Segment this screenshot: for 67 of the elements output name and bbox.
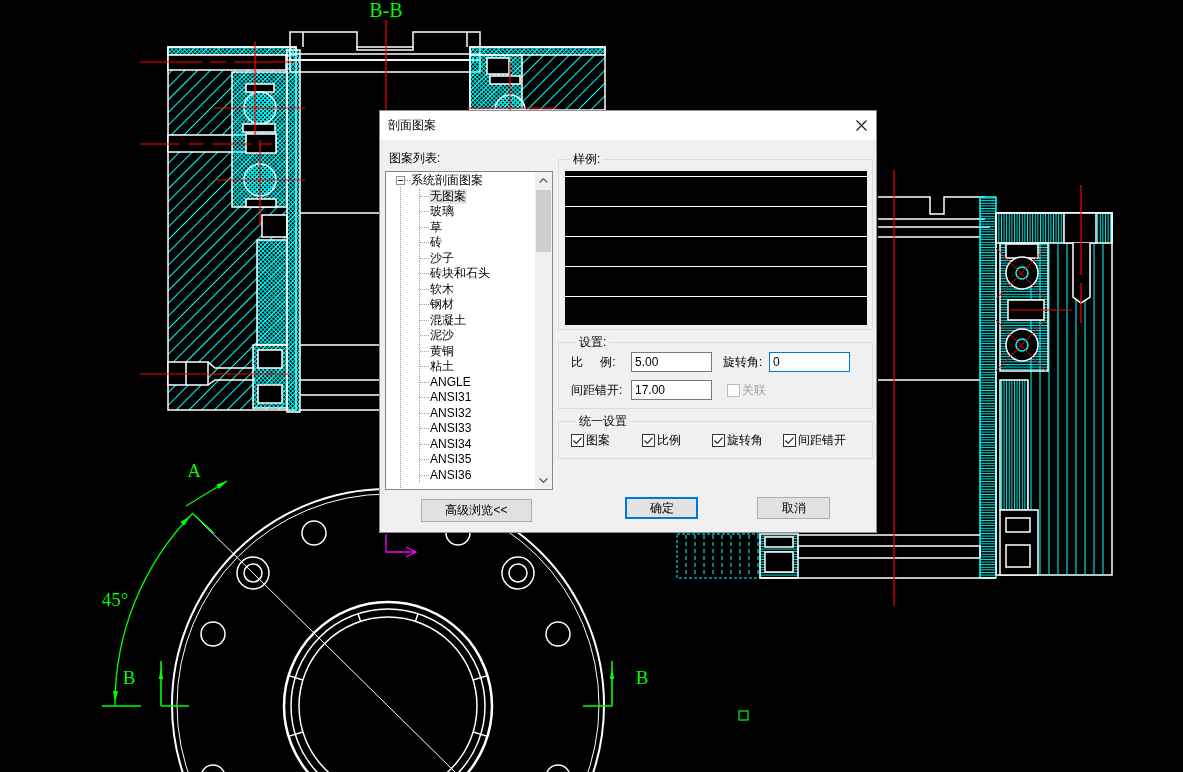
check-icon <box>573 436 582 444</box>
checkbox-label: 关联 <box>742 383 766 397</box>
checkbox-label: 间距错开 <box>798 433 846 447</box>
view-label: A <box>187 460 201 481</box>
group-label: 设置: <box>578 335 608 349</box>
tree-item[interactable]: ANSI35 <box>429 452 473 468</box>
group-label: 统一设置 <box>578 414 628 428</box>
tree-item[interactable]: 黄铜 <box>429 343 455 359</box>
tree-item[interactable]: 系统剖面图案 <box>410 173 484 189</box>
tree-item[interactable]: 玻璃 <box>429 204 455 220</box>
field-label: 间距错开: <box>571 383 623 397</box>
section-label: B <box>122 667 136 688</box>
scroll-down-icon[interactable] <box>539 478 548 483</box>
advanced-browse-button[interactable]: 高级浏览<< <box>421 499 532 522</box>
close-icon <box>855 120 867 131</box>
list-label: 图案列表: <box>389 151 441 165</box>
dialog-title: 剖面图案 <box>388 117 436 134</box>
tree-item[interactable]: 泥沙 <box>429 328 455 344</box>
center-cross <box>995 247 1047 300</box>
checkbox[interactable] <box>642 433 655 447</box>
check-icon <box>644 436 653 444</box>
offset-field[interactable]: 17.00 <box>631 380 712 400</box>
scroll-up-icon[interactable] <box>539 178 548 183</box>
centerline <box>1009 309 1073 311</box>
field-label: 比 例: <box>571 355 616 369</box>
tree-item[interactable]: 软木 <box>429 281 455 297</box>
section-arrow <box>158 660 190 707</box>
tree-item[interactable]: 粘土 <box>429 359 455 375</box>
check-icon <box>714 436 723 444</box>
ucs-axis-icon <box>385 533 418 558</box>
scrollbar[interactable] <box>535 172 552 489</box>
tree-item[interactable]: ANSI34 <box>429 436 473 452</box>
checkbox-label: 旋转角 <box>727 433 763 447</box>
checkbox-label: 比例 <box>657 433 681 447</box>
checkbox-label: 图案 <box>586 433 610 447</box>
checkbox[interactable] <box>783 433 796 447</box>
scale-field[interactable]: 5.00 <box>631 352 712 372</box>
tree-item[interactable]: ANSI36 <box>429 467 473 483</box>
section-arrow <box>185 480 228 534</box>
center-cross <box>995 319 1047 372</box>
grip-square-icon <box>738 710 749 721</box>
pattern-list[interactable]: 系统剖面图案 无图案 玻璃 草 砖 沙子 砖块和石头 软木 钢材 混凝土 泥沙 黄铜 粘土 ANGLE ANSI31 ANSI32 ANSI33 ANSI34 ANSI35 ANSI36 <box>385 171 553 490</box>
check-icon <box>785 436 794 444</box>
tree-item[interactable]: 沙子 <box>429 250 455 266</box>
tree-item[interactable]: 砖块和石头 <box>429 266 491 282</box>
section-label: B <box>635 667 649 688</box>
tree-item[interactable]: ANGLE <box>429 374 472 390</box>
tree-item[interactable]: 钢材 <box>429 297 455 313</box>
section-title: B-B <box>369 0 403 21</box>
tree-item[interactable]: 草 <box>429 219 443 235</box>
tree-item[interactable]: ANSI33 <box>429 421 473 437</box>
section-arrow <box>582 660 615 707</box>
rotation-field[interactable]: 0 <box>769 352 850 372</box>
tree-item[interactable]: 无图案 <box>429 188 467 204</box>
scrollbar-thumb[interactable] <box>536 190 551 252</box>
angle-label: 45° <box>101 589 129 610</box>
collapse-icon[interactable] <box>396 176 405 186</box>
tree-item[interactable]: ANSI32 <box>429 405 473 421</box>
ok-button[interactable]: 确定 <box>625 497 698 519</box>
cancel-button[interactable]: 取消 <box>757 497 830 519</box>
tree-item[interactable]: ANSI31 <box>429 390 473 406</box>
tree-item[interactable]: 混凝土 <box>429 312 467 328</box>
checkbox[interactable] <box>712 433 725 447</box>
checkbox[interactable] <box>571 433 584 447</box>
tree-item[interactable]: 砖 <box>429 235 443 251</box>
field-label: 旋转角: <box>723 355 763 369</box>
group-label: 样例: <box>572 152 602 166</box>
